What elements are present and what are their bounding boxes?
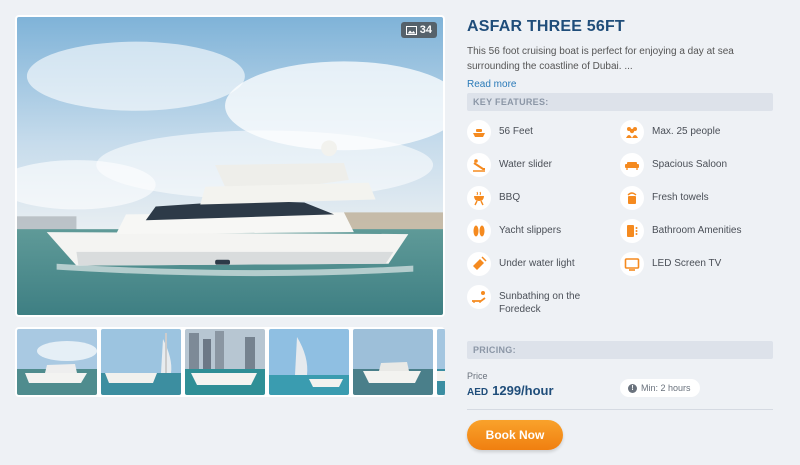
- info-icon: !: [628, 383, 637, 393]
- sofa-icon: [620, 153, 644, 177]
- price-currency: AED: [467, 387, 489, 398]
- yacht-photo-image: [17, 17, 443, 315]
- thumbnail-3[interactable]: [185, 329, 265, 395]
- feature-tv: LED Screen TV: [620, 252, 752, 276]
- minimum-hours-badge: ! Min: 2 hours: [620, 379, 700, 397]
- feature-length: 56 Feet: [467, 120, 599, 144]
- thumbnail-2[interactable]: [101, 329, 181, 395]
- listing-details: ASFAR THREE 56FT This 56 foot cruising b…: [467, 18, 773, 92]
- feature-capacity: Max. 25 people: [620, 120, 752, 144]
- book-now-button[interactable]: Book Now: [467, 420, 563, 450]
- thumbnail-5[interactable]: [353, 329, 433, 395]
- feature-label: Bathroom Amenities: [652, 225, 742, 236]
- feature-bathroom: Bathroom Amenities: [620, 219, 752, 243]
- divider: [467, 409, 773, 410]
- feature-label: LED Screen TV: [652, 258, 722, 269]
- listing-title: ASFAR THREE 56FT: [467, 18, 625, 35]
- feature-sunbathing: Sunbathing on the Foredeck: [467, 285, 599, 316]
- feature-label: Spacious Saloon: [652, 159, 728, 170]
- minimum-hours-label: Min: 2 hours: [641, 383, 691, 393]
- towel-icon: [620, 186, 644, 210]
- price-value: AED 1299/hour: [467, 383, 554, 398]
- feature-label: Yacht slippers: [499, 225, 562, 236]
- thumbnail-6[interactable]: [437, 329, 445, 395]
- thumbnail-1[interactable]: [17, 329, 97, 395]
- feature-label: Max. 25 people: [652, 126, 721, 137]
- listing-description: This 56 foot cruising boat is perfect fo…: [467, 46, 734, 72]
- photo-count-badge[interactable]: 34: [400, 22, 437, 38]
- bathroom-icon: [620, 219, 644, 243]
- read-more-link[interactable]: Read more: [467, 79, 516, 90]
- image-icon: [405, 25, 417, 35]
- key-features-heading: KEY FEATURES:: [467, 93, 773, 111]
- feature-label: Sunbathing on the Foredeck: [499, 291, 581, 315]
- slippers-icon: [467, 219, 491, 243]
- pricing-heading: PRICING:: [467, 341, 773, 359]
- feature-towels: Fresh towels: [620, 186, 752, 210]
- boat-icon: [467, 120, 491, 144]
- thumbnail-strip[interactable]: [15, 327, 445, 397]
- price-label: Price: [467, 371, 488, 381]
- feature-saloon: Spacious Saloon: [620, 153, 752, 177]
- feature-water-slider: Water slider: [467, 153, 599, 177]
- main-yacht-photo[interactable]: 34: [15, 15, 445, 317]
- feature-label: Fresh towels: [652, 192, 709, 203]
- feature-label: Under water light: [499, 258, 575, 269]
- feature-label: Water slider: [499, 159, 552, 170]
- thumbnail-4[interactable]: [269, 329, 349, 395]
- feature-underwater-light: Under water light: [467, 252, 599, 276]
- flashlight-icon: [467, 252, 491, 276]
- feature-label: BBQ: [499, 192, 521, 203]
- tv-icon: [620, 252, 644, 276]
- slider-icon: [467, 153, 491, 177]
- feature-yacht-slippers: Yacht slippers: [467, 219, 599, 243]
- feature-label: 56 Feet: [499, 126, 533, 137]
- feature-bbq: BBQ: [467, 186, 599, 210]
- people-icon: [620, 120, 644, 144]
- photo-count-value: 34: [419, 24, 432, 36]
- price-amount: 1299/hour: [492, 383, 554, 398]
- sunbed-icon: [467, 285, 491, 309]
- bbq-icon: [467, 186, 491, 210]
